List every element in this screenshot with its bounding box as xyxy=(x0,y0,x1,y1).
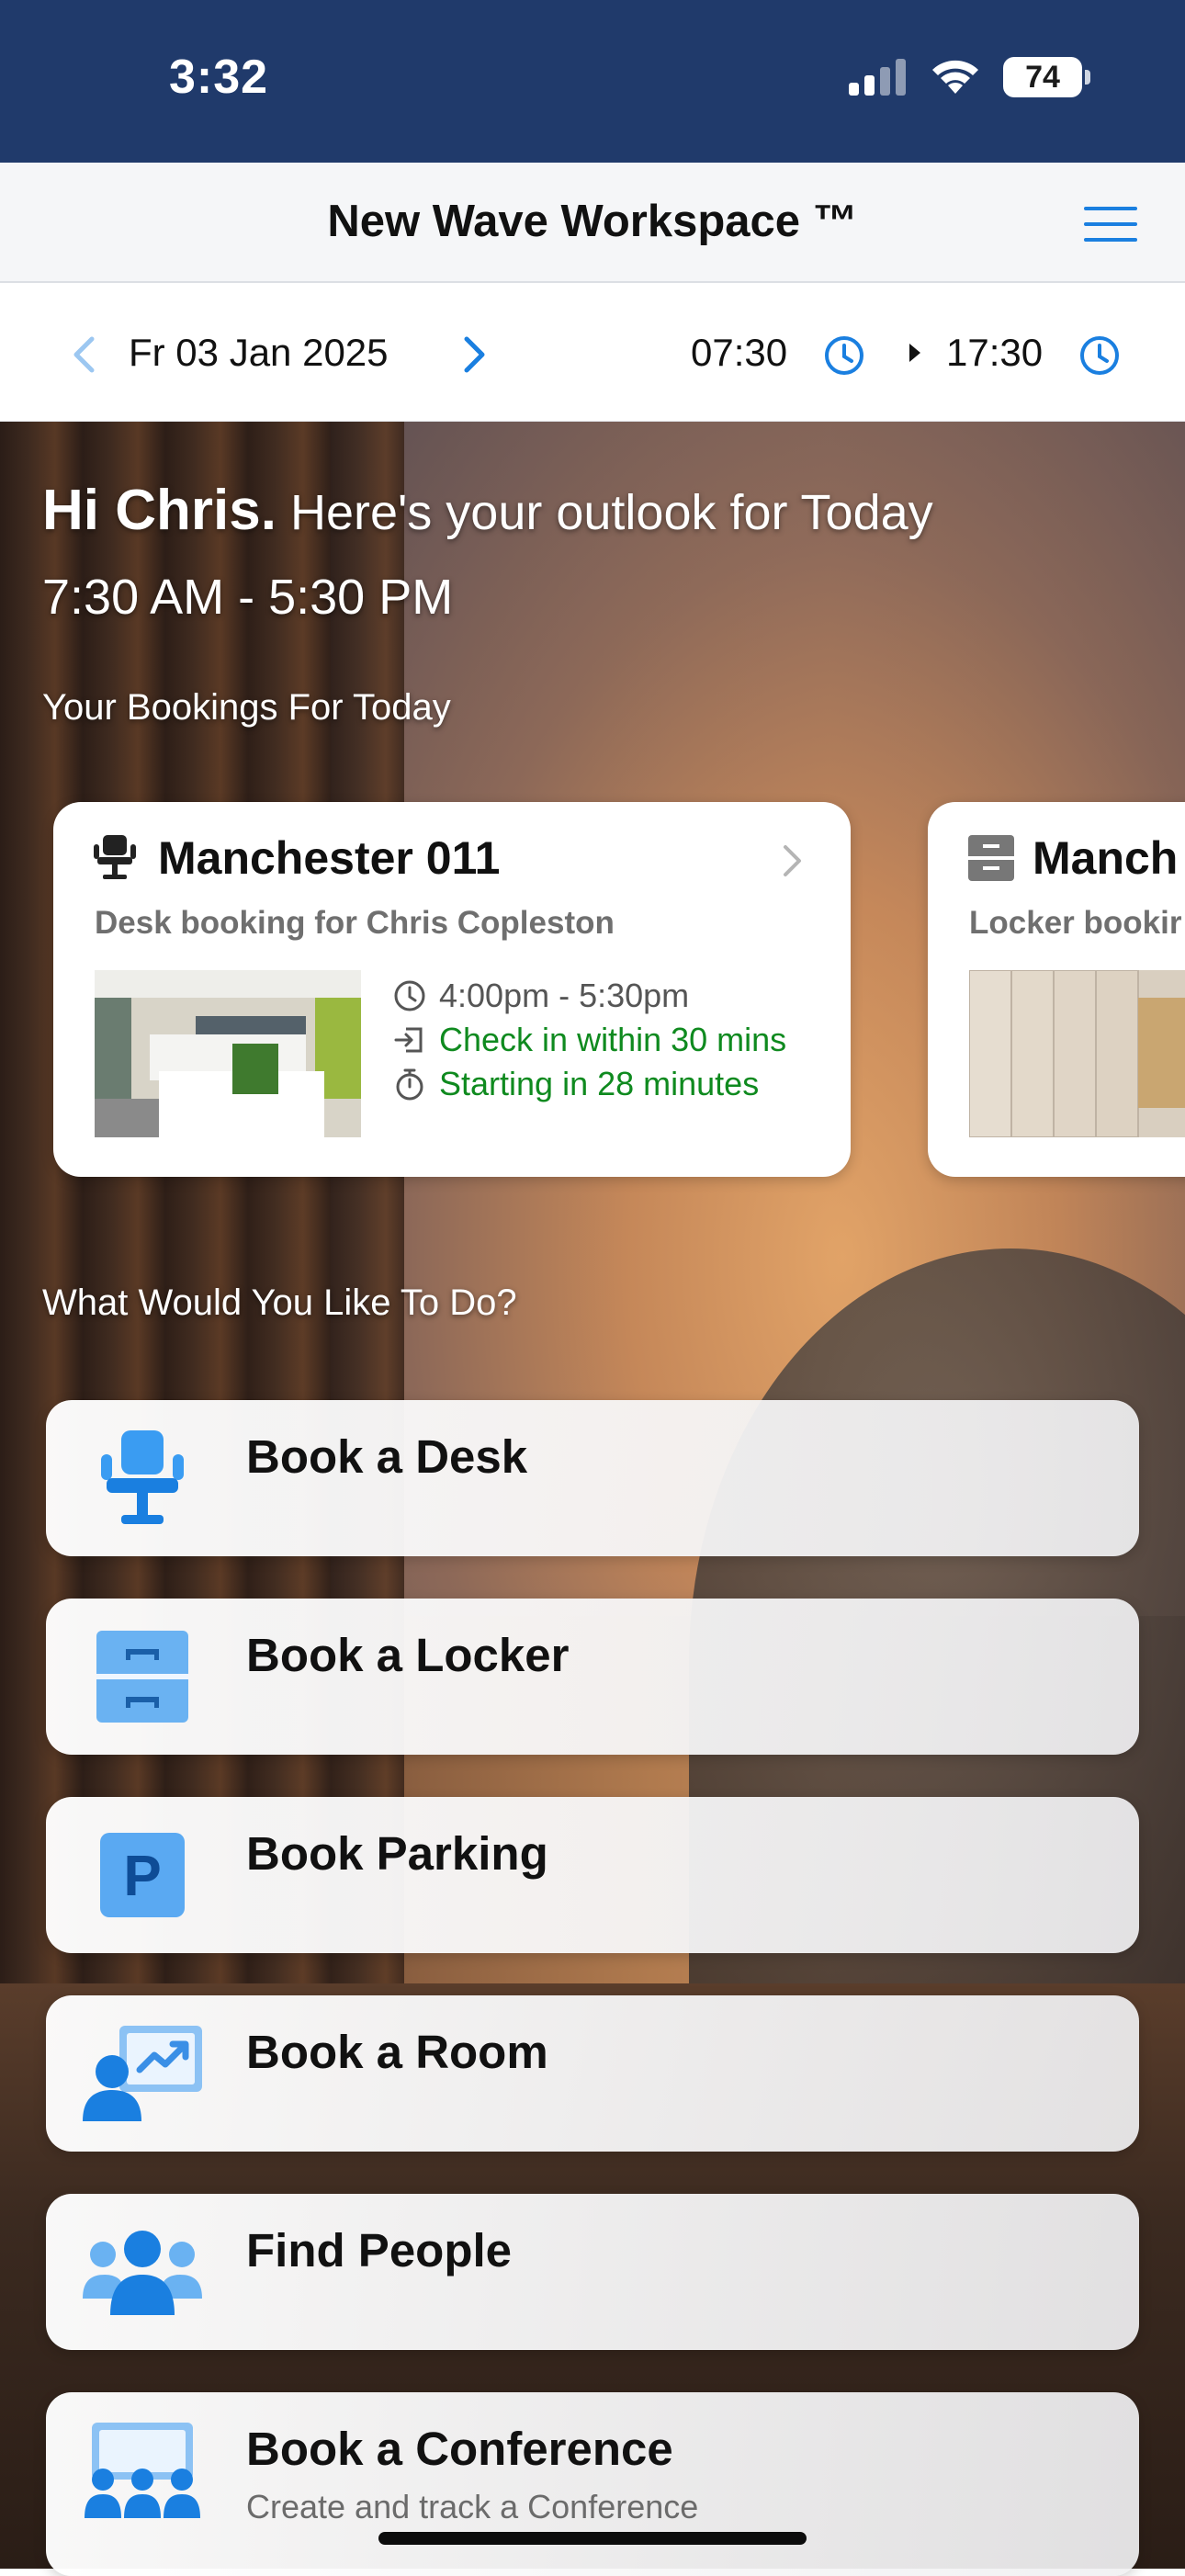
booking-checkin: Check in within 30 mins xyxy=(439,1021,787,1058)
app-header: New Wave Workspace ™ xyxy=(0,163,1185,283)
clock-icon xyxy=(394,980,425,1011)
date-time-bar: Fr 03 Jan 2025 07:30 17:30 xyxy=(0,283,1185,422)
greeting-name: Hi Chris. xyxy=(42,479,276,542)
hamburger-menu-icon xyxy=(1084,207,1137,242)
bookings-section-label: Your Bookings For Today xyxy=(42,687,451,728)
chevron-right-icon[interactable] xyxy=(783,844,803,877)
end-time[interactable]: 17:30 xyxy=(946,331,1043,375)
status-icons: 74 xyxy=(847,57,1090,97)
check-in-icon xyxy=(394,1027,423,1053)
status-time: 3:32 xyxy=(169,51,269,104)
greeting-message: Here's your outlook for Today xyxy=(289,485,933,540)
book-conference-button[interactable]: Book a Conference Create and track a Con… xyxy=(46,2392,1139,2576)
desk-photo xyxy=(95,970,361,1137)
conference-icon xyxy=(83,2420,202,2521)
locker-photo xyxy=(969,970,1185,1137)
people-group-icon xyxy=(83,2221,202,2322)
booking-card[interactable]: Manchester 011 Desk booking for Chris Co… xyxy=(53,802,851,1177)
next-day-chevron-icon[interactable] xyxy=(463,336,487,373)
desk-chair-icon xyxy=(83,1428,202,1529)
book-locker-label: Book a Locker xyxy=(246,1629,570,1681)
book-conference-label: Book a Conference xyxy=(246,2423,673,2475)
booking-starting: Starting in 28 minutes xyxy=(439,1065,760,1102)
book-desk-label: Book a Desk xyxy=(246,1430,528,1483)
booking-card[interactable]: Manch Locker bookir xyxy=(928,802,1185,1177)
end-time-clock-icon[interactable] xyxy=(1078,334,1121,377)
booking-time-row: 4:00pm - 5:30pm xyxy=(393,977,689,1015)
app-title: New Wave Workspace ™ xyxy=(327,197,858,246)
svg-text:P: P xyxy=(123,1845,161,1908)
previous-day-chevron-icon[interactable] xyxy=(72,336,96,373)
booking-title: Manchester 011 xyxy=(158,832,501,884)
start-time-clock-icon[interactable] xyxy=(823,334,865,377)
book-room-button[interactable]: Book a Room xyxy=(46,1995,1139,2152)
booking-checkin-row: Check in within 30 mins xyxy=(393,1021,786,1059)
cellular-signal-icon xyxy=(849,59,906,96)
book-room-label: Book a Room xyxy=(246,2026,548,2078)
booking-subtitle: Desk booking for Chris Copleston xyxy=(95,905,615,941)
parking-icon: P xyxy=(83,1825,202,1926)
locker-icon xyxy=(83,1626,202,1727)
range-arrow-icon xyxy=(909,344,920,362)
booking-title: Manch xyxy=(1033,832,1179,884)
wifi-icon xyxy=(932,60,978,94)
selected-date[interactable]: Fr 03 Jan 2025 xyxy=(129,331,389,375)
battery-indicator: 74 xyxy=(1003,57,1090,97)
booking-starting-row: Starting in 28 minutes xyxy=(393,1065,759,1103)
booking-time: 4:00pm - 5:30pm xyxy=(439,977,690,1014)
find-people-label: Find People xyxy=(246,2224,513,2277)
booking-subtitle: Locker bookir xyxy=(969,905,1182,941)
hamburger-menu-button[interactable] xyxy=(1084,205,1139,243)
start-time[interactable]: 07:30 xyxy=(691,331,787,375)
book-parking-label: Book Parking xyxy=(246,1827,548,1880)
book-desk-button[interactable]: Book a Desk xyxy=(46,1400,1139,1556)
book-parking-button[interactable]: P Book Parking xyxy=(46,1797,1139,1953)
greeting-time-range: 7:30 AM - 5:30 PM xyxy=(42,570,454,625)
book-locker-button[interactable]: Book a Locker xyxy=(46,1599,1139,1755)
status-bar: 3:32 74 xyxy=(0,0,1185,163)
actions-section-label: What Would You Like To Do? xyxy=(42,1282,517,1323)
desk-chair-icon xyxy=(94,835,136,879)
greeting: Hi Chris. Here's your outlook for Today … xyxy=(42,469,933,639)
book-conference-sublabel: Create and track a Conference xyxy=(246,2488,699,2525)
find-people-button[interactable]: Find People xyxy=(46,2194,1139,2350)
presentation-room-icon xyxy=(83,2023,202,2124)
stopwatch-icon xyxy=(396,1068,423,1101)
locker-icon xyxy=(968,835,1014,881)
home-indicator[interactable] xyxy=(378,2532,807,2545)
